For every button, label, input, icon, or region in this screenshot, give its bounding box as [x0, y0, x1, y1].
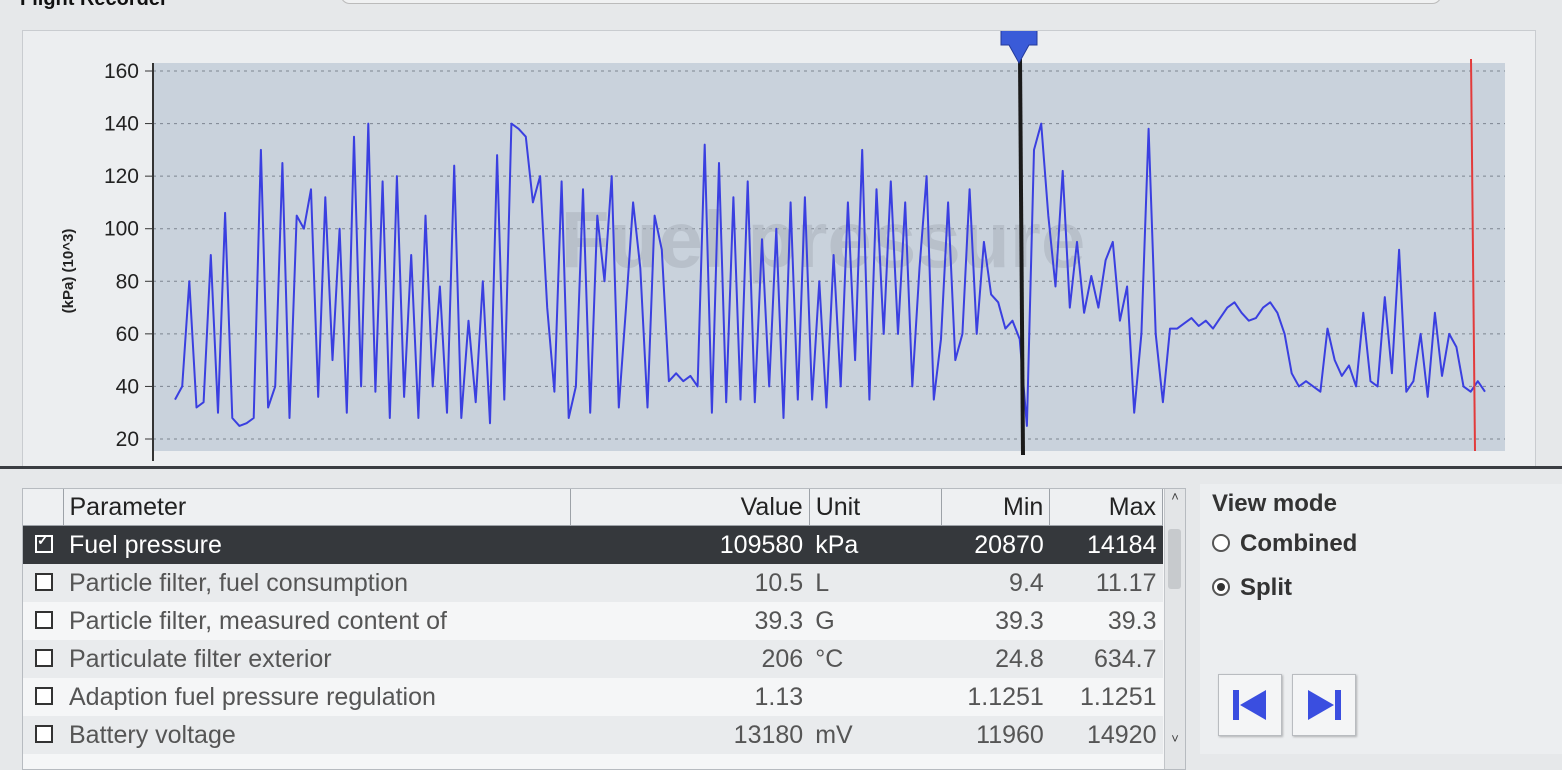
view-mode-split[interactable]: Split	[1212, 574, 1292, 602]
window-title: Flight Recorder	[20, 0, 168, 11]
row-min: 39.3	[995, 606, 1044, 635]
row-min: 9.4	[941, 564, 1050, 602]
header-min[interactable]: Min	[941, 489, 1051, 526]
row-parameter: Particle filter, fuel consumption	[63, 564, 571, 602]
y-tick-label: 60	[116, 323, 139, 346]
header-value[interactable]: Value	[570, 489, 810, 526]
row-max: 1.1251	[1080, 682, 1157, 711]
table-row[interactable]: Particle filter, measured content of 39.3…	[23, 602, 1163, 640]
table-row[interactable]: Particulate filter exterior 206 °C 24.8 634.…	[23, 640, 1163, 678]
row-checkbox[interactable]	[23, 640, 63, 678]
view-mode-combined[interactable]: Combined	[1212, 530, 1357, 558]
parameter-table-panel: Parameter Value Unit Min Max Fuel pressu…	[22, 488, 1186, 770]
scroll-up-icon[interactable]: ˄	[1165, 489, 1185, 507]
checkbox[interactable]	[35, 572, 53, 591]
row-unit: kPa	[809, 525, 942, 564]
row-unit	[809, 678, 941, 716]
chart-watermark: Fuel pressure	[561, 195, 1086, 284]
row-parameter: Fuel pressure	[63, 525, 571, 564]
header-parameter[interactable]: Parameter	[63, 489, 571, 526]
table-row[interactable]: Fuel pressure109580kPa2087014184	[23, 525, 1163, 564]
row-value: 206	[570, 640, 810, 678]
view-mode-panel: View mode Combined Split	[1200, 484, 1562, 754]
table-header-row: Parameter Value Unit Min Max	[23, 489, 1163, 526]
y-axis-label: (kPa) (10^3)	[60, 229, 77, 314]
checkbox[interactable]	[35, 610, 53, 629]
y-tick-label: 20	[116, 428, 139, 451]
row-unit: °C	[809, 640, 942, 678]
skip-to-end-icon	[1308, 690, 1341, 720]
view-mode-title: View mode	[1212, 490, 1337, 517]
view-mode-split-label: Split	[1240, 574, 1292, 601]
header-unit[interactable]: Unit	[809, 489, 942, 526]
skip-to-start-button[interactable]	[1218, 674, 1282, 736]
row-checkbox[interactable]	[23, 525, 63, 564]
parameter-table: Parameter Value Unit Min Max Fuel pressu…	[23, 489, 1163, 754]
row-min: 20870	[941, 525, 1050, 564]
row-unit: mV	[809, 716, 942, 754]
y-axis: 20 40 60 80 100 120 140 160	[104, 60, 154, 461]
table-row[interactable]: Particle filter, fuel consumption 10.5 L 9.…	[23, 564, 1163, 602]
y-tick-label: 100	[104, 218, 139, 241]
row-min: 24.8	[941, 640, 1050, 678]
row-value: 39.3	[754, 606, 804, 635]
row-unit: G	[815, 606, 835, 635]
title-field	[340, 0, 1442, 4]
panel-divider	[0, 466, 1562, 469]
scroll-thumb[interactable]	[1168, 529, 1181, 589]
row-value: 13180	[570, 716, 810, 754]
y-tick-label: 120	[104, 165, 139, 188]
checkbox[interactable]	[35, 648, 53, 667]
row-min: 1.1251	[967, 682, 1044, 711]
row-value: 109580	[570, 525, 810, 564]
row-parameter: Battery voltage	[63, 716, 571, 754]
row-value: 1.13	[754, 682, 804, 711]
row-checkbox[interactable]	[23, 716, 63, 754]
row-max: 39.3	[1107, 606, 1157, 635]
row-checkbox[interactable]	[23, 602, 63, 640]
fuel-pressure-chart[interactable]: 20 40 60 80 100 120 140 160 (kPa) (10^3) Fuel p…	[23, 31, 1535, 467]
chart-panel[interactable]: 20 40 60 80 100 120 140 160 (kPa) (10^3) Fuel p…	[22, 30, 1536, 468]
row-min: 11960	[941, 716, 1050, 754]
y-tick-label: 40	[116, 375, 139, 398]
row-checkbox[interactable]	[23, 678, 63, 716]
table-row[interactable]: Battery voltage 13180 mV 11960 14920	[23, 716, 1163, 754]
cursor-marker-arrow[interactable]	[1000, 31, 1038, 65]
row-parameter: Particle filter, measured content of	[69, 606, 447, 635]
row-value: 10.5	[570, 564, 810, 602]
y-tick-label: 80	[116, 270, 139, 293]
row-max: 14184	[1049, 525, 1163, 564]
scroll-down-icon[interactable]: ˅	[1165, 731, 1185, 749]
row-checkbox[interactable]	[23, 564, 63, 602]
skip-to-start-icon	[1233, 690, 1266, 720]
header-checkbox-col	[23, 489, 64, 526]
view-mode-combined-label: Combined	[1240, 530, 1358, 557]
row-unit: L	[809, 564, 942, 602]
table-scrollbar[interactable]: ˄ ˅	[1164, 489, 1185, 769]
header-max[interactable]: Max	[1049, 489, 1163, 526]
row-max: 14920	[1049, 716, 1163, 754]
row-max: 634.7	[1049, 640, 1163, 678]
y-tick-label: 140	[104, 113, 139, 136]
radio-combined[interactable]	[1212, 533, 1230, 552]
checkbox[interactable]	[35, 686, 53, 705]
checkbox[interactable]	[35, 532, 53, 553]
row-parameter: Particulate filter exterior	[63, 640, 571, 678]
radio-split[interactable]	[1212, 577, 1230, 596]
row-parameter: Adaption fuel pressure regulation	[69, 682, 436, 711]
skip-to-end-button[interactable]	[1292, 674, 1356, 736]
row-max: 11.17	[1049, 564, 1163, 602]
checkbox[interactable]	[35, 724, 53, 743]
y-tick-label: 160	[104, 60, 139, 83]
table-row[interactable]: Adaption fuel pressure regulation 1.13 1.1…	[23, 678, 1163, 716]
